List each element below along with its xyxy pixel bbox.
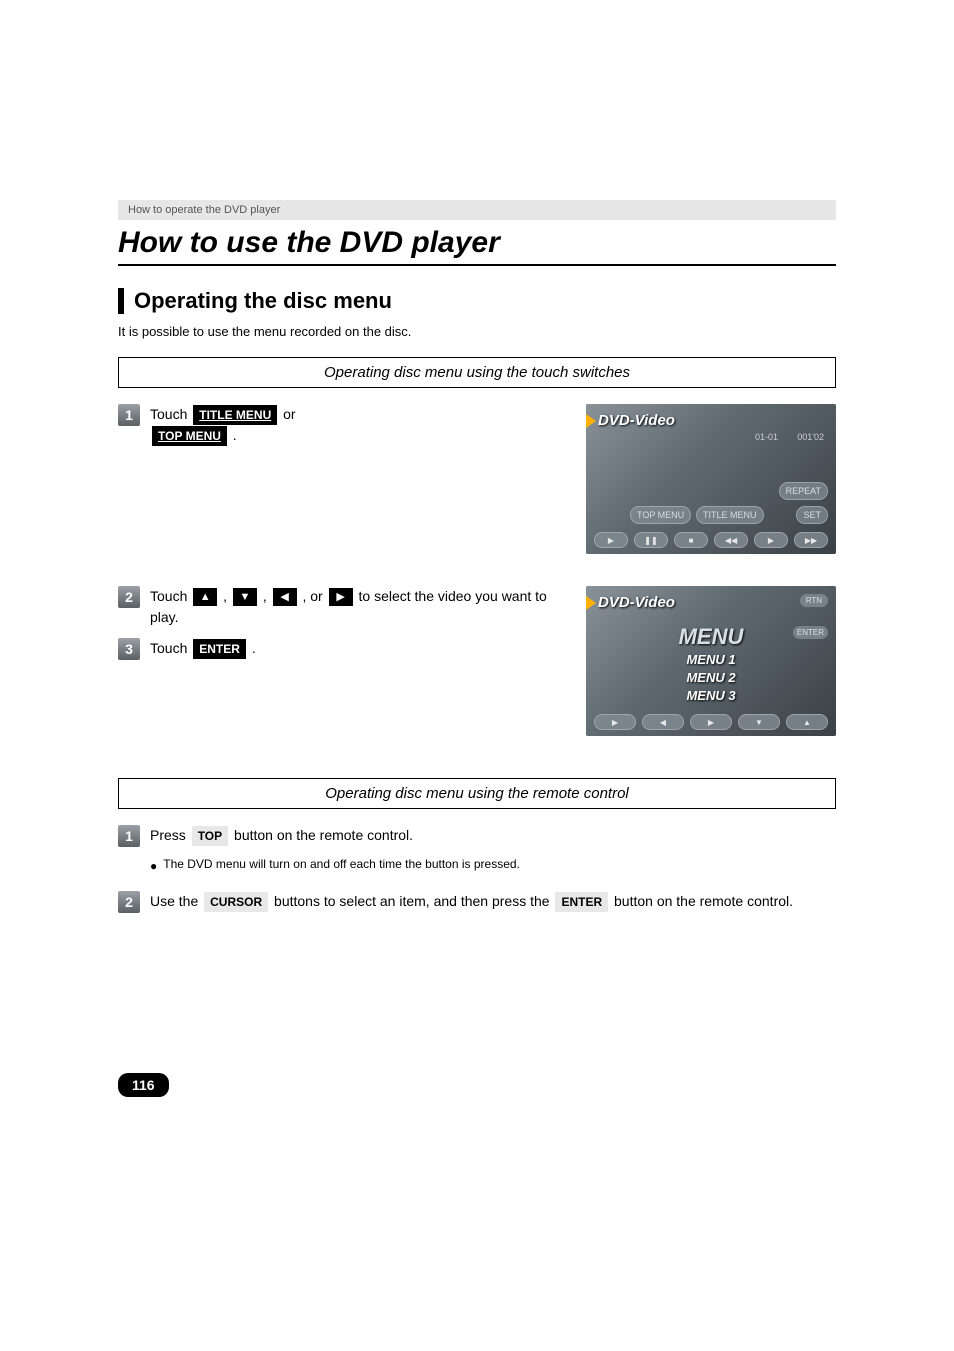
section-mark-icon [118, 288, 124, 314]
play-icon[interactable]: ▶ [594, 532, 628, 548]
touch-step-1: 1 Touch TITLE MENU or TOP MENU . [118, 404, 566, 446]
touch-step-3: 3 Touch ENTER . [118, 638, 566, 660]
play-icon[interactable]: ▶ [594, 714, 636, 730]
ss1-titlemenu-button[interactable]: TITLE MENU [696, 506, 764, 524]
stop-icon[interactable]: ■ [674, 532, 708, 548]
step-badge: 1 [118, 825, 140, 847]
step-text: Touch ENTER . [150, 638, 566, 659]
step-text: Touch TITLE MENU or TOP MENU . [150, 404, 566, 446]
remote-subsection-title: Operating disc menu using the remote con… [118, 778, 836, 809]
step-badge: 3 [118, 638, 140, 660]
ss2-menu-item-1[interactable]: MENU 1 [686, 652, 735, 667]
step-text: Press TOP button on the remote control. [150, 825, 836, 846]
ss2-transport-row: ▶ ◀ ▶ ▼ ▲ [594, 714, 828, 730]
touch-subsection-title: Operating disc menu using the touch swit… [118, 357, 836, 388]
breadcrumb-text: How to operate the DVD player [128, 204, 280, 216]
section-heading-row: Operating the disc menu [118, 288, 836, 314]
ss1-title: DVD-Video [598, 412, 675, 429]
remote-step-2: 2 Use the CURSOR buttons to select an it… [118, 891, 836, 913]
remote-step-1-note: ● The DVD menu will turn on and off each… [150, 857, 836, 875]
touch-step-2: 2 Touch ▲ , ▼ , ◀ , or ▶ to select the v… [118, 586, 566, 628]
ss1-chapter: 01-01 [755, 432, 778, 442]
step-badge: 2 [118, 891, 140, 913]
ss1-transport-row: ▶ ❚❚ ■ ◀◀ ▶ ▶▶ [594, 532, 828, 548]
page-title: How to use the DVD player [118, 220, 836, 266]
ss2-rtn-button[interactable]: RTN [800, 594, 828, 607]
page-number: 116 [118, 1073, 169, 1097]
ss1-topmenu-button[interactable]: TOP MENU [630, 506, 691, 524]
bullet-text: The DVD menu will turn on and off each t… [163, 857, 520, 871]
ss2-enter-button[interactable]: ENTER [793, 626, 828, 639]
step-badge: 2 [118, 586, 140, 608]
remote-step-1: 1 Press TOP button on the remote control… [118, 825, 836, 847]
enter-button[interactable]: ENTER [193, 639, 246, 659]
remote-cursor-button[interactable]: CURSOR [204, 892, 268, 912]
down-icon[interactable]: ▼ [738, 714, 780, 730]
pause-icon[interactable]: ❚❚ [634, 532, 668, 548]
dvd-screenshot-2: DVD-Video RTN ENTER MENU MENU 1 MENU 2 M… [586, 586, 836, 736]
bullet-icon: ● [150, 857, 157, 875]
section-intro: It is possible to use the menu recorded … [118, 324, 836, 339]
dvd-screenshot-1: DVD-Video 01-01 001'02 REPEAT SET TOP ME… [586, 404, 836, 554]
top-menu-button[interactable]: TOP MENU [152, 426, 227, 446]
ss2-menu-heading: MENU [679, 624, 744, 650]
ss2-menu-item-2[interactable]: MENU 2 [686, 670, 735, 685]
step-text: Touch ▲ , ▼ , ◀ , or ▶ to select the vid… [150, 586, 566, 628]
ss1-set-button[interactable]: SET [796, 506, 828, 524]
ss2-menu-item-3[interactable]: MENU 3 [686, 688, 735, 703]
remote-enter-button[interactable]: ENTER [555, 892, 608, 912]
arrow-left-icon[interactable]: ◀ [273, 588, 297, 606]
left-icon[interactable]: ◀ [642, 714, 684, 730]
remote-top-button[interactable]: TOP [192, 826, 228, 846]
section-title: Operating the disc menu [134, 288, 392, 314]
fast-forward-icon[interactable]: ▶▶ [794, 532, 828, 548]
arrow-up-icon[interactable]: ▲ [193, 588, 217, 606]
ss1-repeat-button[interactable]: REPEAT [779, 482, 828, 500]
step-badge: 1 [118, 404, 140, 426]
title-menu-button[interactable]: TITLE MENU [193, 405, 277, 425]
ss2-title: DVD-Video [598, 594, 675, 611]
up-icon[interactable]: ▲ [786, 714, 828, 730]
right-icon[interactable]: ▶ [690, 714, 732, 730]
step-text: Use the CURSOR buttons to select an item… [150, 891, 836, 912]
arrow-down-icon[interactable]: ▼ [233, 588, 257, 606]
breadcrumb-bar: How to operate the DVD player [118, 200, 836, 220]
rewind-icon[interactable]: ◀◀ [714, 532, 748, 548]
forward-step-icon[interactable]: ▶ [754, 532, 788, 548]
ss1-time: 001'02 [797, 432, 824, 442]
arrow-right-icon[interactable]: ▶ [329, 588, 353, 606]
